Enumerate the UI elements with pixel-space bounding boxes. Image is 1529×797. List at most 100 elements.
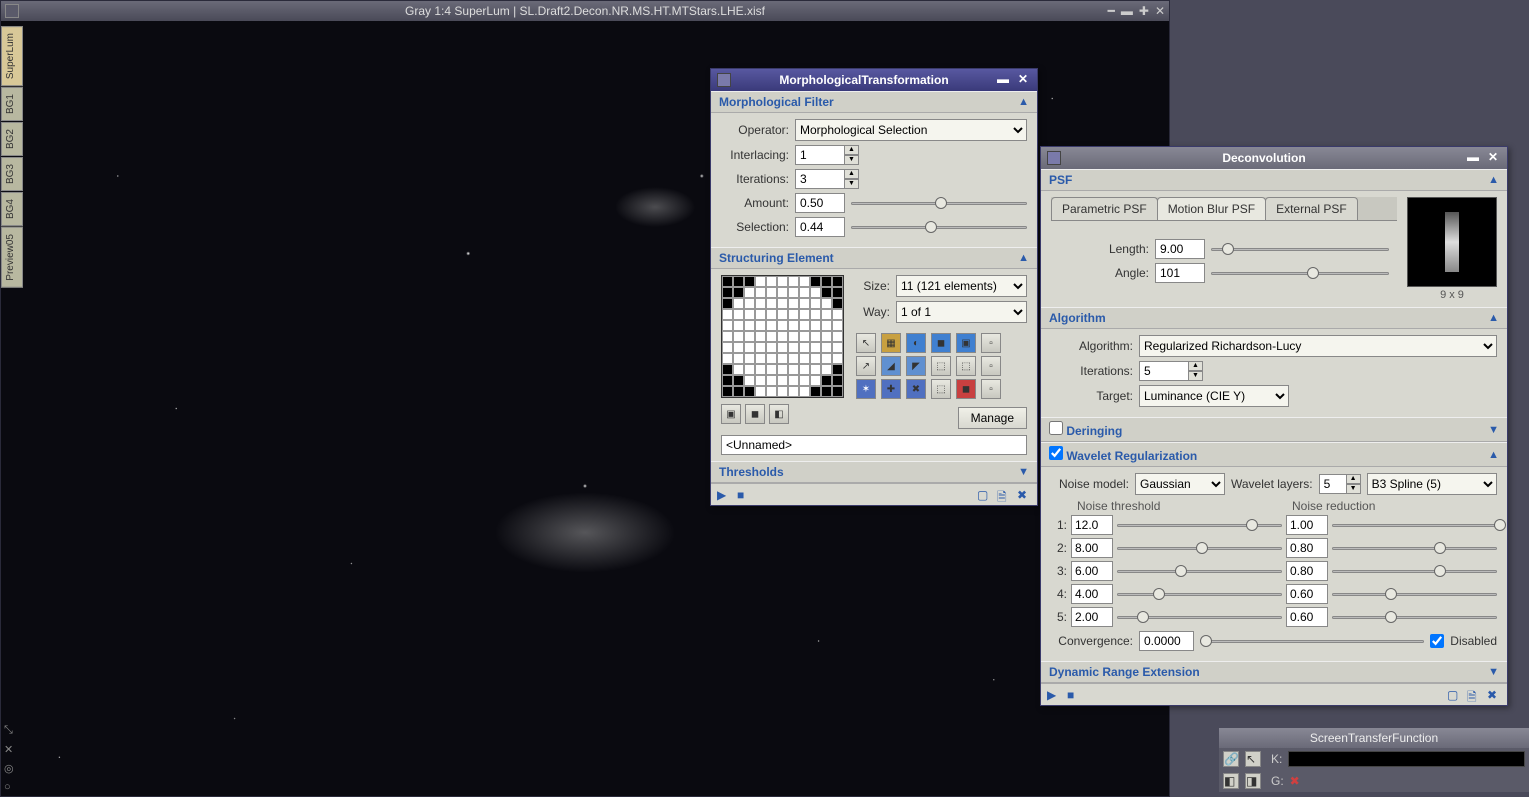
collapse-icon[interactable]: ▲ [1018, 96, 1029, 108]
spin-down-icon[interactable]: ▼ [1188, 371, 1203, 381]
amount-input[interactable] [795, 193, 845, 213]
way-select[interactable]: 1 of 1 [896, 301, 1027, 323]
stf-x-icon[interactable]: ✖ [1290, 774, 1300, 788]
apply-global-icon[interactable]: ■ [1067, 688, 1081, 702]
apply-icon[interactable]: ▶ [1047, 688, 1061, 702]
stf-title[interactable]: ScreenTransferFunction [1219, 728, 1529, 748]
se-tool-15[interactable]: ✖ [906, 379, 926, 399]
noise-threshold-slider-2[interactable] [1117, 540, 1282, 556]
collapse-icon[interactable]: ▲ [1488, 312, 1499, 324]
noise-threshold-input-4[interactable] [1071, 584, 1113, 604]
length-input[interactable] [1155, 239, 1205, 259]
deringing-header[interactable]: Deringing ▼ [1041, 417, 1507, 442]
noise-reduction-slider-5[interactable] [1332, 609, 1497, 625]
se-tool-9[interactable]: ◤ [906, 356, 926, 376]
docs-icon[interactable]: 🗎 [997, 488, 1011, 502]
tab-motion-blur-psf[interactable]: Motion Blur PSF [1157, 197, 1266, 220]
stf-cursor-icon[interactable]: ↖ [1245, 751, 1261, 767]
decon-iterations-input[interactable] [1139, 361, 1189, 381]
expand-icon[interactable]: ▼ [1488, 424, 1499, 436]
wavelet-checkbox[interactable] [1049, 446, 1063, 460]
tab-parametric-psf[interactable]: Parametric PSF [1051, 197, 1158, 220]
image-window-titlebar[interactable]: Gray 1:4 SuperLum | SL.Draft2.Decon.NR.M… [1, 1, 1169, 21]
noise-threshold-input-2[interactable] [1071, 538, 1113, 558]
noise-reduction-slider-2[interactable] [1332, 540, 1497, 556]
apply-global-icon[interactable]: ■ [737, 488, 751, 502]
stf-icon-4[interactable]: ◨ [1245, 773, 1261, 789]
noise-threshold-input-5[interactable] [1071, 607, 1113, 627]
angle-slider[interactable] [1211, 265, 1389, 281]
structuring-element-grid[interactable] [721, 275, 844, 398]
morph-filter-header[interactable]: Morphological Filter ▲ [711, 91, 1037, 113]
shade-icon[interactable]: ▬ [1465, 150, 1481, 166]
se-tool-13[interactable]: ✶ [856, 379, 876, 399]
algorithm-header[interactable]: Algorithm ▲ [1041, 307, 1507, 329]
algorithm-select[interactable]: Regularized Richardson-Lucy [1139, 335, 1497, 357]
se-tool-7[interactable]: ↗ [856, 356, 876, 376]
convergence-input[interactable] [1139, 631, 1194, 651]
selection-input[interactable] [795, 217, 845, 237]
noise-reduction-input-2[interactable] [1286, 538, 1328, 558]
morph-titlebar[interactable]: MorphologicalTransformation ▬ ✕ [711, 69, 1037, 91]
wavelet-header[interactable]: Wavelet Regularization ▲ [1041, 442, 1507, 467]
psf-header[interactable]: PSF ▲ [1041, 169, 1507, 191]
side-tab-bg2[interactable]: BG2 [1, 122, 23, 156]
decon-titlebar[interactable]: Deconvolution ▬ ✕ [1041, 147, 1507, 169]
expand-icon[interactable]: ▼ [1488, 666, 1499, 678]
se-tool-6[interactable]: ▫ [981, 333, 1001, 353]
se-tool-1[interactable]: ↖ [856, 333, 876, 353]
grid-btn-2[interactable]: ◼ [745, 404, 765, 424]
noise-model-select[interactable]: Gaussian [1135, 473, 1225, 495]
noise-reduction-input-1[interactable] [1286, 515, 1328, 535]
noise-threshold-slider-5[interactable] [1117, 609, 1282, 625]
wavelet-layers-input[interactable] [1319, 474, 1347, 494]
noise-reduction-slider-1[interactable] [1332, 517, 1497, 533]
apply-icon[interactable]: ▶ [717, 488, 731, 502]
collapse-icon[interactable]: ▲ [1018, 252, 1029, 264]
side-tab-bg3[interactable]: BG3 [1, 157, 23, 191]
grid-btn-3[interactable]: ◧ [769, 404, 789, 424]
docs-icon[interactable]: 🗎 [1467, 688, 1481, 702]
maximize-icon[interactable]: ✚ [1139, 4, 1149, 18]
manage-button[interactable]: Manage [958, 407, 1027, 429]
noise-threshold-slider-4[interactable] [1117, 586, 1282, 602]
noise-threshold-input-3[interactable] [1071, 561, 1113, 581]
iterations-input[interactable] [795, 169, 845, 189]
arrows-icon[interactable]: ✕ [4, 743, 14, 756]
spin-up-icon[interactable]: ▲ [844, 145, 859, 155]
noise-reduction-input-4[interactable] [1286, 584, 1328, 604]
se-tool-18[interactable]: ▫ [981, 379, 1001, 399]
thresholds-header[interactable]: Thresholds ▼ [711, 461, 1037, 483]
side-tab-bg1[interactable]: BG1 [1, 87, 23, 121]
se-tool-10[interactable]: ⬚ [931, 356, 951, 376]
structure-name-input[interactable] [721, 435, 1027, 455]
side-tab-preview05[interactable]: Preview05 [1, 227, 23, 288]
circle-icon[interactable]: ○ [4, 781, 14, 793]
spin-down-icon[interactable]: ▼ [844, 179, 859, 189]
tab-external-psf[interactable]: External PSF [1265, 197, 1358, 220]
noise-threshold-slider-3[interactable] [1117, 563, 1282, 579]
stf-k-track[interactable] [1288, 751, 1525, 767]
size-select[interactable]: 11 (121 elements) [896, 275, 1027, 297]
minimize-icon[interactable]: ━ [1108, 4, 1115, 18]
convergence-slider[interactable] [1200, 633, 1424, 649]
spin-up-icon[interactable]: ▲ [1346, 474, 1361, 484]
se-tool-16[interactable]: ⬚ [931, 379, 951, 399]
spin-down-icon[interactable]: ▼ [844, 155, 859, 165]
se-tool-3[interactable]: ◐ [906, 333, 926, 353]
noise-reduction-slider-3[interactable] [1332, 563, 1497, 579]
new-instance-icon[interactable]: ▢ [1447, 688, 1461, 702]
dot-icon[interactable]: ◎ [4, 762, 14, 775]
branch-icon[interactable]: ⤡ [4, 724, 14, 737]
side-tab-bg4[interactable]: BG4 [1, 192, 23, 226]
spin-up-icon[interactable]: ▲ [844, 169, 859, 179]
close-icon[interactable]: ✕ [1155, 4, 1165, 18]
stf-link-icon[interactable]: 🔗 [1223, 751, 1239, 767]
operator-select[interactable]: Morphological Selection [795, 119, 1027, 141]
shade-icon[interactable]: ▬ [995, 72, 1011, 88]
se-tool-2[interactable]: ▦ [881, 333, 901, 353]
se-tool-11[interactable]: ⬚ [956, 356, 976, 376]
se-tool-4[interactable]: ◼ [931, 333, 951, 353]
noise-reduction-slider-4[interactable] [1332, 586, 1497, 602]
target-select[interactable]: Luminance (CIE Y) [1139, 385, 1289, 407]
